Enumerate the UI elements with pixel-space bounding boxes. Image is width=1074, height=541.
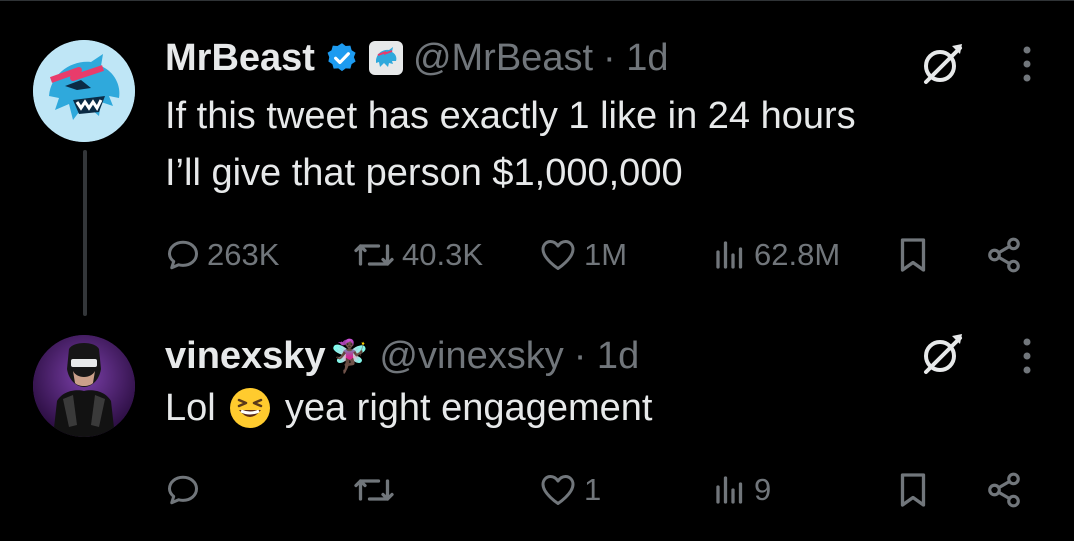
reply-button[interactable] bbox=[165, 472, 207, 508]
heart-icon bbox=[541, 240, 575, 270]
reply-text-before: Lol bbox=[165, 387, 216, 429]
thread-connector-line bbox=[83, 150, 87, 316]
share-icon bbox=[988, 237, 1020, 273]
retweet-count: 40.3K bbox=[402, 237, 484, 272]
fairy-emoji: 🧚🏿‍♀️ bbox=[329, 338, 370, 374]
timestamp[interactable]: · 1d bbox=[574, 335, 639, 378]
like-button[interactable]: 1M bbox=[538, 237, 627, 273]
handle[interactable]: @MrBeast bbox=[413, 37, 593, 80]
share-button[interactable] bbox=[985, 236, 1023, 274]
reply-icon bbox=[168, 475, 198, 505]
bookmark-button[interactable] bbox=[895, 235, 931, 275]
view-count: 62.8M bbox=[754, 237, 841, 272]
tweet-header-mrbeast: MrBeast @MrBeast · 1d bbox=[165, 32, 669, 84]
reply-text: Lol yea right engagement bbox=[165, 380, 652, 437]
views-icon bbox=[716, 476, 743, 504]
bookmark-icon bbox=[900, 473, 926, 507]
grok-icon[interactable] bbox=[918, 330, 966, 383]
bookmark-button[interactable] bbox=[895, 470, 931, 510]
avatar-vinexsky[interactable] bbox=[33, 335, 135, 437]
tweet-text-line: If this tweet has exactly 1 like in 24 h… bbox=[165, 95, 856, 137]
like-count: 1 bbox=[584, 472, 602, 507]
reply-icon bbox=[168, 240, 198, 270]
timestamp[interactable]: · 1d bbox=[603, 37, 668, 80]
retweet-button[interactable]: 40.3K bbox=[352, 237, 483, 273]
avatar-mrbeast[interactable] bbox=[33, 40, 135, 142]
affiliate-badge-icon[interactable] bbox=[368, 41, 403, 75]
tweet-header-vinexsky: vinexsky 🧚🏿‍♀️ @vinexsky · 1d bbox=[165, 330, 639, 382]
views-button[interactable]: 62.8M bbox=[712, 237, 840, 273]
tweet-text: If this tweet has exactly 1 like in 24 h… bbox=[165, 88, 856, 202]
reply-button[interactable]: 263K bbox=[165, 237, 279, 273]
handle[interactable]: @vinexsky bbox=[379, 335, 563, 378]
laughing-squint-emoji-icon bbox=[230, 388, 271, 428]
bookmark-icon bbox=[900, 238, 926, 272]
more-vertical-icon[interactable] bbox=[1015, 44, 1039, 89]
verified-badge-icon[interactable] bbox=[325, 41, 359, 75]
more-vertical-icon[interactable] bbox=[1015, 336, 1039, 381]
display-name[interactable]: MrBeast bbox=[165, 37, 315, 80]
share-icon bbox=[988, 472, 1020, 508]
retweet-button[interactable] bbox=[352, 472, 402, 508]
reply-count: 263K bbox=[207, 237, 280, 272]
like-button[interactable]: 1 bbox=[538, 472, 601, 508]
share-button[interactable] bbox=[985, 471, 1023, 509]
retweet-icon bbox=[354, 244, 394, 266]
view-count: 9 bbox=[754, 472, 772, 507]
reply-text-after: yea right engagement bbox=[284, 387, 653, 429]
top-divider bbox=[0, 0, 1074, 1]
like-count: 1M bbox=[584, 237, 628, 272]
display-name[interactable]: vinexsky bbox=[165, 335, 326, 378]
retweet-icon bbox=[354, 479, 394, 501]
heart-icon bbox=[541, 475, 575, 505]
views-button[interactable]: 9 bbox=[712, 472, 771, 508]
grok-icon[interactable] bbox=[918, 40, 966, 93]
views-icon bbox=[716, 241, 743, 269]
tweet-text-line: I’ll give that person $1,000,000 bbox=[165, 152, 683, 194]
